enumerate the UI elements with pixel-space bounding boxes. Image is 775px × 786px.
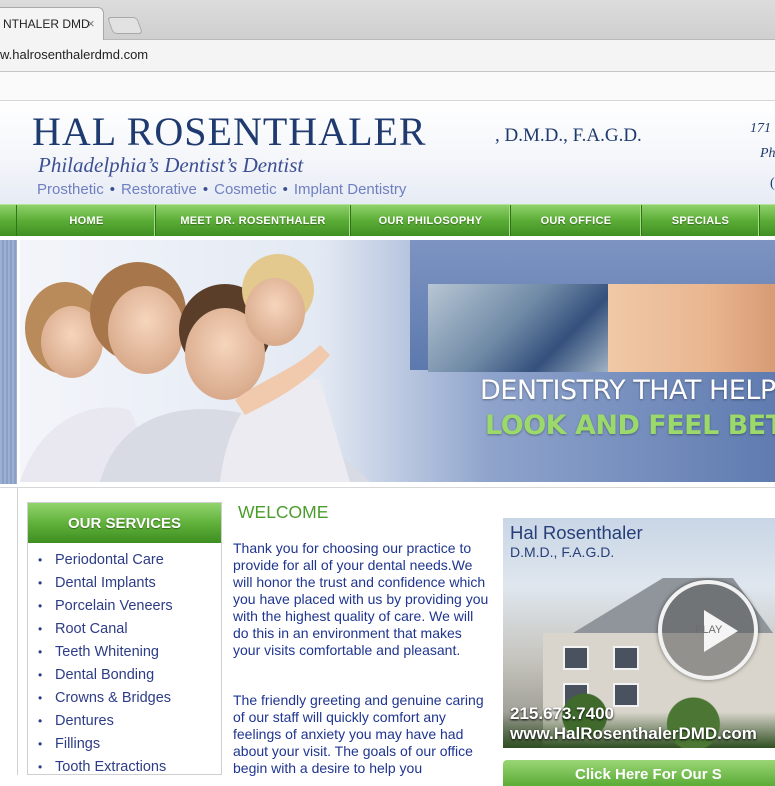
click-here-button[interactable]: Click Here For Our S (503, 760, 775, 786)
house-window (613, 646, 639, 670)
bullet-icon: • (38, 668, 43, 682)
service-link-crowns-bridges[interactable]: • Crowns & Bridges (28, 687, 221, 710)
service-link-porcelain-veneers[interactable]: • Porcelain Veneers (28, 595, 221, 618)
welcome-heading: WELCOME (238, 502, 329, 522)
service-link-dental-bonding[interactable]: • Dental Bonding (28, 664, 221, 687)
play-label: PLAY (695, 624, 723, 636)
family-photo (20, 254, 370, 482)
service-label: Porcelain Veneers (55, 598, 173, 614)
smile-photo (608, 284, 775, 372)
header-service-implant: Implant Dentistry (293, 181, 407, 198)
hero-banner: DENTISTRY THAT HELPS Y LOOK AND FEEL BET (20, 240, 775, 482)
header-service-cosmetic: Cosmetic (214, 181, 277, 198)
site-tagline: Philadelphia’s Dentist’s Dentist (38, 153, 304, 177)
site-logo-name[interactable]: HAL ROSENTHALER (32, 108, 427, 155)
nav-home[interactable]: HOME (18, 205, 156, 237)
play-button[interactable]: PLAY (658, 580, 758, 680)
bookmarks-bar (0, 72, 775, 101)
services-heading: OUR SERVICES (28, 503, 221, 543)
service-link-root-canal[interactable]: • Root Canal (28, 618, 221, 641)
services-list: • Periodontal Care • Dental Implants • Porc… (28, 543, 221, 779)
hero-headline-line2: LOOK AND FEEL BET (485, 410, 775, 441)
url-text[interactable]: w.halrosenthalerdmd.com (0, 47, 148, 62)
site-header: HAL ROSENTHALER , D.M.D., F.A.G.D. Phila… (0, 101, 775, 204)
address-line-3: ( (770, 176, 775, 191)
nav-our-philosophy[interactable]: OUR PHILOSOPHY (351, 205, 511, 237)
nav-meet-dr-rosenthaler[interactable]: MEET DR. ROSENTHALER (156, 205, 351, 237)
welcome-paragraph-1: Thank you for choosing our practice to p… (233, 540, 489, 658)
nav-specials[interactable]: SPECIALS (642, 205, 760, 237)
bullet-icon: • (38, 576, 43, 590)
browser-tab-active[interactable]: NTHALER DMD × (0, 7, 104, 40)
bullet-icon: • (38, 599, 43, 613)
service-label: Fillings (55, 736, 101, 752)
service-label: Root Canal (55, 621, 128, 637)
house-window (563, 646, 589, 670)
hero-headline-line1: DENTISTRY THAT HELPS Y (480, 375, 775, 406)
service-link-dental-implants[interactable]: • Dental Implants (28, 572, 221, 595)
bullet-separator: • (109, 181, 115, 198)
tab-title: NTHALER DMD (3, 17, 90, 31)
service-label: Dental Implants (55, 575, 156, 591)
video-credentials: D.M.D., F.A.G.D. (510, 544, 615, 560)
dentist-photo (428, 284, 616, 372)
bullet-icon: • (38, 737, 43, 751)
service-label: Dentures (55, 713, 114, 729)
bullet-icon: • (38, 691, 43, 705)
service-label: Dental Bonding (55, 667, 155, 683)
service-link-tooth-extractions[interactable]: • Tooth Extractions (28, 756, 221, 779)
header-service-prosthetic: Prosthetic (37, 181, 104, 198)
service-link-fillings[interactable]: • Fillings (28, 733, 221, 756)
video-url: www.HalRosenthalerDMD.com (510, 724, 757, 743)
service-link-periodontal-care[interactable]: • Periodontal Care (28, 549, 221, 572)
bullet-icon: • (38, 760, 43, 774)
bullet-separator: • (202, 181, 209, 198)
video-player[interactable]: Hal Rosenthaler D.M.D., F.A.G.D. PLAY 21… (503, 518, 775, 748)
header-service-restorative: Restorative (120, 181, 197, 198)
service-label: Periodontal Care (55, 552, 164, 568)
services-box: OUR SERVICES • Periodontal Care • Dental I… (27, 502, 222, 775)
main-nav: HOME MEET DR. ROSENTHALER OUR PHILOSOPHY… (0, 204, 775, 237)
service-link-teeth-whitening[interactable]: • Teeth Whitening (28, 641, 221, 664)
bullet-icon: • (38, 714, 43, 728)
nav-stub (0, 205, 17, 237)
address-bar[interactable]: w.halrosenthalerdmd.com (0, 40, 775, 72)
service-label: Teeth Whitening (55, 644, 159, 660)
bullet-icon: • (38, 645, 43, 659)
welcome-paragraph-2: The friendly greeting and genuine caring… (233, 692, 484, 776)
browser-tab-strip: NTHALER DMD × (0, 0, 775, 40)
hero-side-strip (0, 240, 17, 484)
tab-close-icon[interactable]: × (87, 16, 95, 31)
service-label: Crowns & Bridges (55, 690, 172, 706)
service-label: Tooth Extractions (55, 759, 167, 775)
nav-our-office[interactable]: OUR OFFICE (511, 205, 642, 237)
address-line-1: 171 (750, 121, 771, 136)
video-name: Hal Rosenthaler (510, 522, 643, 543)
header-services-line: Prosthetic • Restorative • Cosmetic • Implant … (37, 181, 406, 198)
new-tab-button[interactable] (106, 17, 144, 34)
content-left-rule (17, 488, 18, 775)
video-phone: 215.673.7400 (510, 704, 614, 723)
bullet-icon: • (38, 553, 43, 567)
address-line-2: Ph (760, 146, 775, 161)
site-logo-credentials: , D.M.D., F.A.G.D. (495, 125, 642, 146)
service-link-dentures[interactable]: • Dentures (28, 710, 221, 733)
bullet-icon: • (38, 622, 43, 636)
bullet-separator: • (282, 181, 288, 198)
